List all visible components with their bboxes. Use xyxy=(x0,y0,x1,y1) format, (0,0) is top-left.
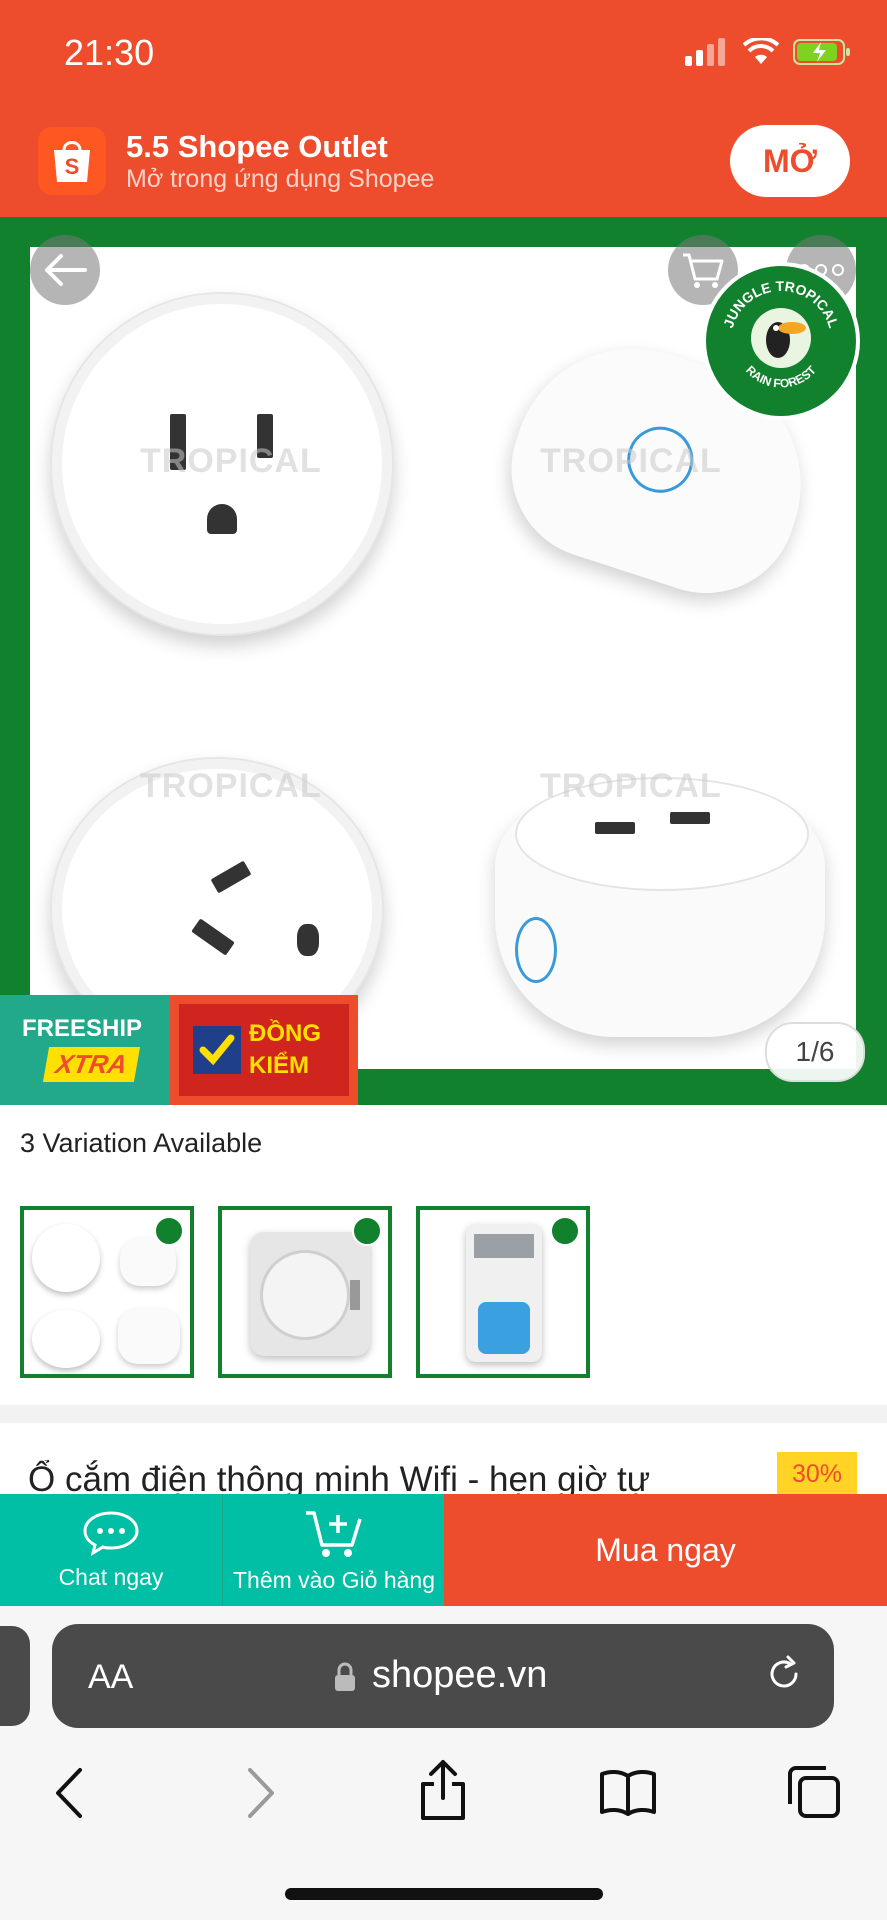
banner-subtitle: Mở trong ứng dụng Shopee xyxy=(126,165,435,193)
jungle-logo-icon xyxy=(154,1216,184,1246)
product-title: Ổ cắm điện thông minh Wifi - hẹn giờ tự xyxy=(28,1460,651,1496)
cart-plus-icon xyxy=(306,1510,362,1557)
variation-thumb-smart-plug[interactable] xyxy=(20,1206,194,1378)
discount-badge: 30% xyxy=(777,1452,857,1496)
chat-now-button[interactable]: Chat ngay xyxy=(0,1494,222,1606)
checkmark-icon xyxy=(193,1026,241,1074)
browser-nav-row xyxy=(0,1756,887,1836)
banner-title: 5.5 Shopee Outlet xyxy=(126,129,388,164)
dong-kiem-line1: ĐỒNG xyxy=(249,1020,321,1047)
jungle-logo-icon xyxy=(352,1216,382,1246)
watermark-text: TROPICAL xyxy=(540,767,722,805)
back-button[interactable] xyxy=(30,235,100,305)
signal-icon xyxy=(685,38,725,66)
previous-tab-preview[interactable] xyxy=(0,1626,30,1726)
reload-icon[interactable] xyxy=(764,1654,804,1694)
dong-kiem-line2: KIỂM xyxy=(249,1052,309,1079)
share-icon[interactable] xyxy=(418,1758,468,1822)
freeship-label: FREESHIP xyxy=(22,1015,143,1042)
status-bar: 21:30 xyxy=(0,0,887,105)
jungle-tropical-logo: JUNGLE TROPICAL RAIN FOREST xyxy=(702,262,860,420)
watermark-text: TROPICAL xyxy=(140,442,322,480)
chat-now-label: Chat ngay xyxy=(58,1563,164,1590)
url-text: shopee.vn xyxy=(372,1654,548,1696)
variation-thumb-mechanical-timer[interactable] xyxy=(218,1206,392,1378)
section-divider xyxy=(0,1405,887,1423)
wifi-icon xyxy=(743,38,779,64)
svg-text:S: S xyxy=(65,154,80,179)
home-indicator xyxy=(285,1888,603,1900)
variation-thumbnails xyxy=(20,1206,590,1378)
open-in-app-banner[interactable]: S 5.5 Shopee Outlet Mở trong ứng dụng Sh… xyxy=(0,105,887,217)
status-icons xyxy=(685,38,851,66)
buy-now-button[interactable]: Mua ngay xyxy=(444,1494,887,1606)
arrow-left-icon xyxy=(45,254,87,286)
add-to-cart-button[interactable]: Thêm vào Giỏ hàng xyxy=(222,1494,445,1606)
jungle-logo-icon xyxy=(550,1216,580,1246)
browser-toolbar: AA shopee.vn xyxy=(0,1606,887,1920)
add-to-cart-label: Thêm vào Giỏ hàng xyxy=(232,1566,435,1593)
plug-top-angled-view xyxy=(495,767,825,1057)
xtra-label: XTRA xyxy=(42,1047,140,1082)
variation-label: 3 Variation Available xyxy=(20,1128,263,1158)
tabs-icon[interactable] xyxy=(786,1764,842,1820)
forward-icon[interactable] xyxy=(240,1766,280,1820)
reader-settings-button[interactable]: AA xyxy=(88,1658,133,1697)
open-app-button[interactable]: MỞ xyxy=(730,125,850,197)
image-counter: 1/6 xyxy=(765,1022,865,1082)
back-icon[interactable] xyxy=(50,1766,90,1820)
watermark-text: TROPICAL xyxy=(540,442,722,480)
dong-kiem-badge: ĐỒNG KIỂM xyxy=(170,995,358,1105)
battery-charging-icon xyxy=(793,39,850,65)
address-bar[interactable]: AA shopee.vn xyxy=(52,1624,834,1728)
bookmarks-icon[interactable] xyxy=(598,1768,658,1816)
watermark-text: TROPICAL xyxy=(140,767,322,805)
variation-thumb-digital-timer[interactable] xyxy=(416,1206,590,1378)
status-time: 21:30 xyxy=(64,32,155,73)
chat-bubble-icon xyxy=(83,1510,139,1556)
freeship-xtra-badge: FREESHIP XTRA xyxy=(0,995,170,1105)
shopee-logo-icon: S xyxy=(38,127,106,195)
purchase-action-bar: Chat ngay Thêm vào Giỏ hàng Mua ngay xyxy=(0,1494,887,1606)
lock-icon xyxy=(335,1662,355,1691)
